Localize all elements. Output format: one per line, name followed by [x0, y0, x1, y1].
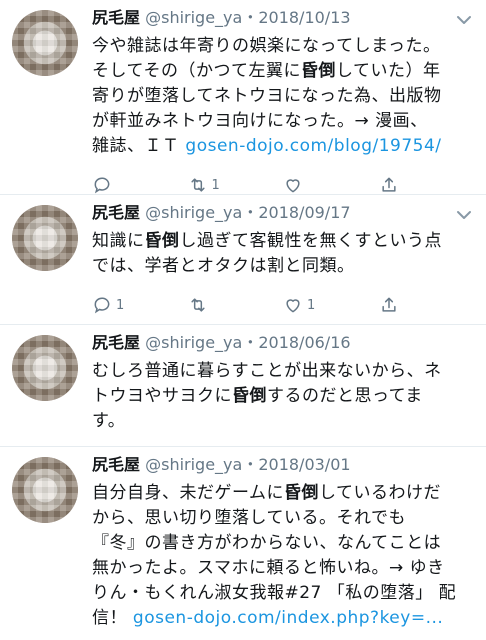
like-count: 1 [307, 297, 316, 313]
heart-icon [286, 179, 300, 193]
share-button[interactable] [379, 175, 475, 195]
avatar[interactable] [12, 457, 78, 523]
share-icon [381, 297, 396, 312]
text-line: 雑誌、ＩＴ gosen-dojo.com/blog/19754/ [92, 136, 442, 156]
avatar[interactable] [12, 335, 78, 401]
tweet-actions: 1 1 [92, 287, 474, 323]
handle[interactable]: @shirige_ya [145, 455, 242, 474]
tweet-header: 尻毛屋 @shirige_ya・2018/06/16 [92, 325, 474, 355]
retweet-count: 1 [211, 177, 220, 193]
text-line: むしろ普通に暮らすことが出来ないから、ネ [92, 361, 442, 381]
handle[interactable]: @shirige_ya [145, 333, 242, 352]
highlight-term: 昏倒 [232, 386, 267, 406]
tweet-link[interactable]: gosen-dojo.com/index.php?key=... [133, 608, 443, 628]
text-line: 信！ gosen-dojo.com/index.php?key=... [92, 608, 444, 628]
text-line: 知識に昏倒し過ぎて客観性を無くすという点 [92, 231, 442, 251]
display-name[interactable]: 尻毛屋 [92, 455, 140, 474]
text-line: す。 [92, 411, 126, 431]
timestamp[interactable]: ・2018/06/16 [242, 333, 350, 352]
timestamp[interactable]: ・2018/10/13 [242, 8, 350, 27]
tweet-header: 尻毛屋 @shirige_ya・2018/10/13 [92, 0, 474, 30]
handle[interactable]: @shirige_ya [145, 8, 242, 27]
display-name[interactable]: 尻毛屋 [92, 203, 140, 222]
retweet-button[interactable]: 1 [188, 175, 284, 195]
retweet-button[interactable] [188, 295, 284, 315]
tweet-header: 尻毛屋 @shirige_ya・2018/09/17 [92, 195, 474, 225]
display-name[interactable]: 尻毛屋 [92, 333, 140, 352]
tweet-text: 知識に昏倒し過ぎて客観性を無くすという点 では、学者とオタクは割と同類。 [92, 229, 474, 279]
highlight-term: 昏倒 [284, 483, 319, 503]
like-button[interactable] [283, 175, 379, 195]
highlight-term: 昏倒 [300, 61, 336, 81]
chevron-down-icon[interactable] [454, 10, 474, 30]
text-line: りん・もくれん淑女我報#27 「私の堕落」 配 [92, 583, 457, 603]
heart-icon [286, 299, 300, 313]
avatar[interactable] [12, 205, 78, 271]
text-line: 寄りが堕落してネトウヨになった為、出版物 [92, 86, 442, 106]
display-name[interactable]: 尻毛屋 [92, 8, 140, 27]
text-line: 『冬』の書き方がわからない、なんてことは [92, 533, 442, 553]
timestamp[interactable]: ・2018/09/17 [242, 203, 350, 222]
tweet[interactable]: 尻毛屋 @shirige_ya・2018/10/13 今や雑誌は年寄りの娯楽にな… [0, 0, 486, 195]
text-line: 無かったよ。スマホに頼ると怖いね。→ ゆき [92, 558, 445, 578]
tweet[interactable]: 尻毛屋 @shirige_ya・2018/06/16 むしろ普通に暮らすことが出… [0, 325, 486, 447]
handle[interactable]: @shirige_ya [145, 203, 242, 222]
tweet-text: 自分自身、未だゲームに昏倒しているわけだ から、思い切り堕落している。それでも … [92, 481, 474, 631]
text-line: が軒並みネトウヨ向けになった。→ 漫画、 [92, 111, 428, 131]
retweet-icon [190, 298, 205, 312]
text-line: トウヨやサヨクに昏倒するのだと思ってま [92, 386, 423, 406]
tweet[interactable]: 尻毛屋 @shirige_ya・2018/03/01 自分自身、未だゲームに昏倒… [0, 447, 486, 640]
tweet[interactable]: 尻毛屋 @shirige_ya・2018/09/17 知識に昏倒し過ぎて客観性を… [0, 195, 486, 325]
tweet-text: 今や雑誌は年寄りの娯楽になってしまった。 そしてその（かつて左翼に昏倒していた）… [92, 34, 474, 159]
reply-count: 1 [116, 297, 125, 313]
text-line: 自分自身、未だゲームに昏倒しているわけだ [92, 483, 441, 503]
chevron-down-icon[interactable] [454, 205, 474, 225]
highlight-term: 昏倒 [144, 231, 180, 251]
tweet-text: むしろ普通に暮らすことが出来ないから、ネ トウヨやサヨクに昏倒するのだと思ってま… [92, 359, 474, 434]
like-button[interactable]: 1 [283, 295, 379, 315]
text-line: では、学者とオタクは割と同類。 [92, 256, 355, 276]
reply-icon [94, 177, 110, 194]
timestamp[interactable]: ・2018/03/01 [242, 455, 350, 474]
tweet-link[interactable]: gosen-dojo.com/blog/19754/ [185, 136, 441, 156]
share-icon [381, 177, 396, 192]
text-line: から、思い切り堕落している。それでも [92, 508, 406, 528]
text-line: 今や雑誌は年寄りの娯楽になってしまった。 [92, 36, 441, 56]
retweet-icon [190, 178, 205, 192]
reply-icon [94, 297, 110, 314]
text-line: そしてその（かつて左翼に昏倒していた）年 [92, 61, 441, 81]
avatar[interactable] [12, 10, 78, 76]
reply-button[interactable]: 1 [92, 295, 188, 315]
reply-button[interactable] [92, 175, 188, 195]
tweet-header: 尻毛屋 @shirige_ya・2018/03/01 [92, 447, 474, 477]
share-button[interactable] [379, 295, 475, 315]
